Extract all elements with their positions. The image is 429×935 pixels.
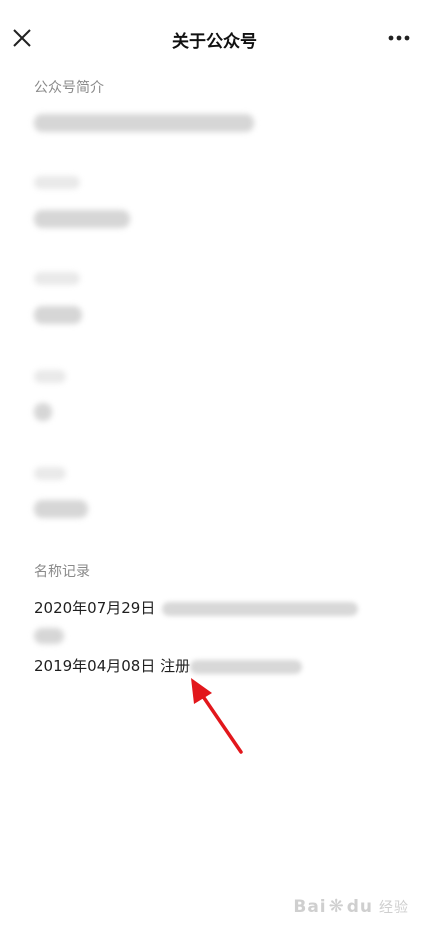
record-detail-blurred bbox=[34, 628, 64, 644]
field-label-blurred bbox=[34, 467, 66, 480]
baidu-watermark: Bai ❋ du 经验 bbox=[293, 896, 409, 917]
field-label-blurred bbox=[34, 176, 80, 189]
watermark-brand2: du bbox=[346, 897, 373, 917]
name-record-item: 2020年07月29日 bbox=[34, 597, 359, 618]
record-action: 注册 bbox=[160, 657, 191, 675]
record-date: 2019年04月08日 bbox=[34, 657, 156, 675]
intro-label: 公众号简介 bbox=[34, 80, 104, 96]
name-record-item: 2019年04月08日 注册 bbox=[34, 655, 303, 676]
annotation-arrow-icon bbox=[191, 678, 243, 754]
more-icon[interactable] bbox=[385, 26, 413, 50]
page-title: 关于公众号 bbox=[172, 32, 257, 52]
field-value-blurred bbox=[34, 500, 88, 518]
intro-text-blurred bbox=[34, 114, 254, 132]
record-detail-blurred bbox=[162, 601, 359, 616]
name-records-label: 名称记录 bbox=[34, 564, 90, 580]
record-date: 2020年07月29日 bbox=[34, 599, 156, 617]
top-bar: 关于公众号 bbox=[0, 0, 429, 76]
watermark-brand: Bai bbox=[293, 897, 327, 917]
field-value-blurred bbox=[34, 403, 52, 421]
record-detail-blurred bbox=[190, 659, 303, 674]
field-label-blurred bbox=[34, 370, 66, 383]
field-value-blurred bbox=[34, 210, 130, 228]
watermark-sub: 经验 bbox=[379, 900, 409, 916]
field-label-blurred bbox=[34, 272, 80, 285]
paw-icon: ❋ bbox=[328, 896, 345, 917]
field-value-blurred[interactable] bbox=[34, 306, 82, 324]
